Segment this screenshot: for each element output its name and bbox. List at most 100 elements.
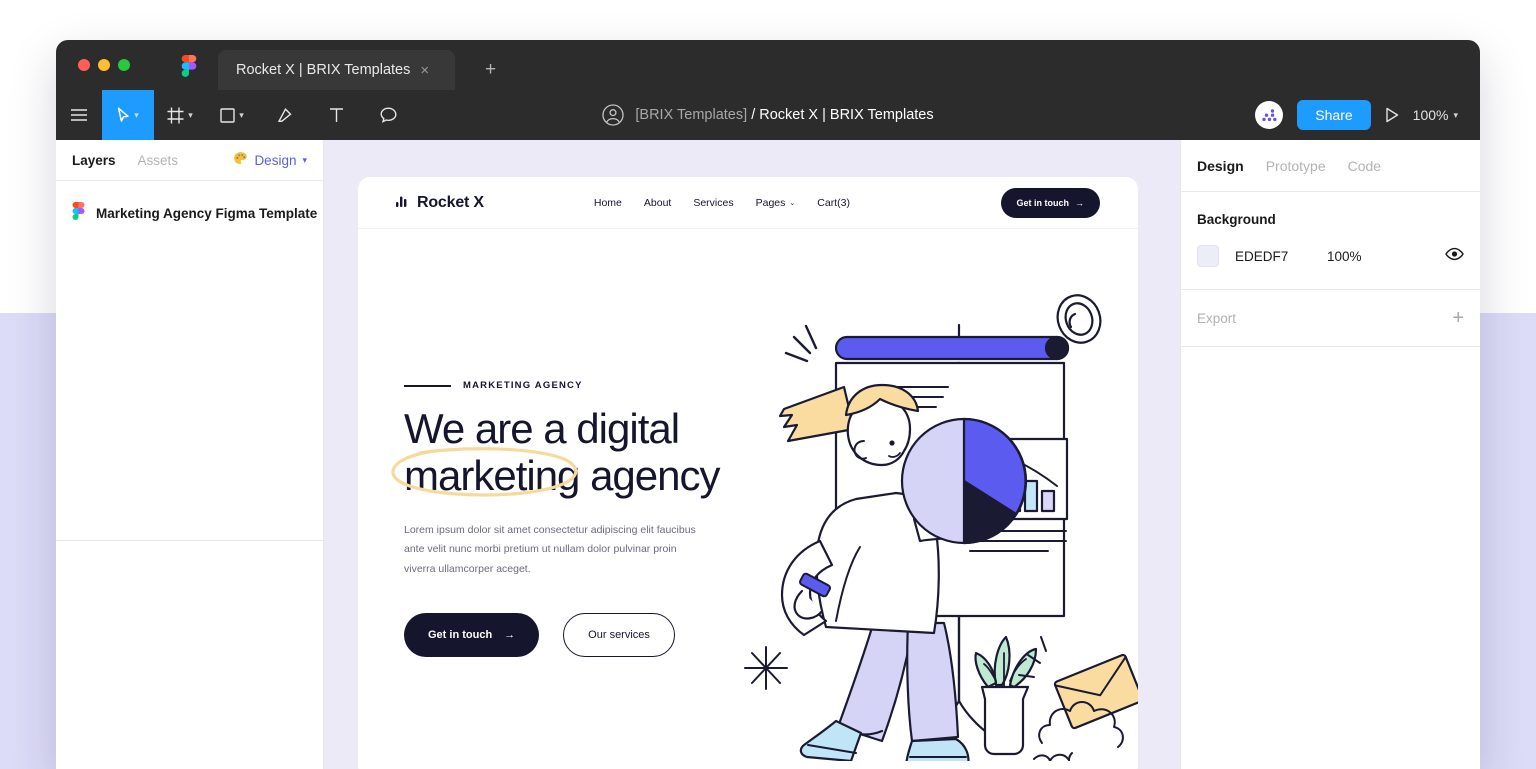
hero-secondary-label: Our services [588,629,650,642]
app-body: Layers Assets Design ▾ Marketing Agency … [56,140,1480,769]
design-menu-label: Design [254,152,297,168]
arrow-right-icon: → [1075,197,1084,208]
zoom-control[interactable]: 100% ▾ [1413,107,1458,123]
design-canvas[interactable]: Rocket X Home About Services Pages ⌄ Cart… [324,140,1180,769]
tab-design[interactable]: Design [1197,158,1244,174]
hero-title-highlight: marketing [404,452,580,500]
frame-tool[interactable]: ▾ [154,90,206,140]
nav-label: Pages [755,196,786,209]
toolbar: ▾ ▾ ▾ [BRIX Templates] / Rocket X | BRIX… [56,90,1480,140]
tab-title: Rocket X | BRIX Templates [236,62,411,78]
hero-eyebrow: MARKETING AGENCY [404,380,738,391]
chevron-down-icon: ▾ [134,109,139,120]
eye-icon[interactable] [1445,247,1464,266]
export-section: Export + [1181,290,1480,347]
share-button[interactable]: Share [1297,100,1371,130]
bar-chart-logo-icon [396,193,410,212]
eyebrow-rule [404,384,451,387]
sparkle-icon [744,646,788,690]
hero-our-services-button[interactable]: Our services [563,613,675,658]
properties-panel: Design Prototype Code Background EDEDF7 … [1180,140,1480,769]
window-controls [78,59,130,71]
nav-label: Cart(3) [817,196,850,209]
nav-label: Home [593,196,622,209]
site-logo-text: Rocket X [417,193,484,211]
layer-name: Marketing Agency Figma Template [96,206,318,221]
present-button[interactable] [1385,107,1399,123]
site-logo[interactable]: Rocket X [396,193,484,212]
nav-link-cart[interactable]: Cart(3) [817,197,850,209]
figma-component-icon [72,202,85,225]
user-avatar-icon [602,104,625,126]
nav-get-in-touch-button[interactable]: Get in touch → [1000,187,1100,218]
background-section: Background EDEDF7 100% [1181,192,1480,290]
hero-section: MARKETING AGENCY We are a digital market… [358,229,1138,769]
maximize-window-button[interactable] [118,59,130,71]
hero-title-line1: We are a digital [404,405,680,452]
background-opacity-input[interactable]: 100% [1327,249,1362,264]
browser-tab[interactable]: Rocket X | BRIX Templates × [218,50,455,90]
site-nav-links: Home About Services Pages ⌄ Cart(3) [594,197,850,209]
close-icon[interactable]: × [420,63,429,78]
divider [56,540,323,541]
pen-tool[interactable] [258,90,310,140]
nav-link-pages[interactable]: Pages ⌄ [756,197,796,209]
properties-panel-tabs: Design Prototype Code [1181,140,1480,192]
arrow-right-icon: → [504,629,516,642]
breadcrumb-separator: / [751,107,756,123]
nav-label: Services [693,196,734,209]
hero-buttons: Get in touch → Our services [404,613,738,658]
chevron-down-icon: ▾ [188,109,193,120]
chevron-down-icon: ▾ [302,154,307,165]
chevron-down-icon: ▾ [1453,109,1458,120]
breadcrumb-text: [BRIX Templates] / Rocket X | BRIX Templ… [635,107,933,123]
add-export-button[interactable]: + [1452,308,1464,328]
breadcrumb-project[interactable]: [BRIX Templates] [635,107,747,123]
hamburger-menu-icon[interactable] [56,90,102,140]
tab-assets[interactable]: Assets [138,153,179,168]
nav-link-about[interactable]: About [644,197,671,209]
eyebrow-label: MARKETING AGENCY [463,380,583,391]
nav-label: About [643,196,672,209]
avatar-dots-icon [1262,108,1277,121]
chevron-down-icon: ⌄ [789,199,796,207]
layers-panel-tabs: Layers Assets Design ▾ [56,140,323,180]
avatar[interactable] [1255,101,1284,129]
breadcrumb-file[interactable]: Rocket X | BRIX Templates [759,107,933,123]
tab-code[interactable]: Code [1348,158,1381,174]
toolbar-actions: Share 100% ▾ [1255,100,1480,130]
hero-get-in-touch-button[interactable]: Get in touch → [404,613,540,658]
tab-prototype[interactable]: Prototype [1266,158,1326,174]
shape-tool[interactable]: ▾ [206,90,258,140]
figma-app-window: Rocket X | BRIX Templates × + ▾ ▾ ▾ [BRI… [56,40,1480,769]
move-tool[interactable]: ▾ [102,90,154,140]
background-hex-input[interactable]: EDEDF7 [1235,249,1327,264]
minimize-window-button[interactable] [98,59,110,71]
new-tab-button[interactable]: + [485,59,496,81]
chevron-down-icon: ▾ [239,109,244,120]
toolbar-tools: ▾ ▾ ▾ [56,90,414,140]
background-title: Background [1197,212,1276,227]
hero-copy: MARKETING AGENCY We are a digital market… [358,229,738,769]
comment-tool[interactable] [362,90,414,140]
nav-link-home[interactable]: Home [594,197,622,209]
design-menu-button[interactable]: Design ▾ [233,151,307,169]
tab-layers[interactable]: Layers [72,153,116,168]
site-navbar: Rocket X Home About Services Pages ⌄ Cart… [358,177,1138,229]
list-item[interactable]: Marketing Agency Figma Template [56,193,323,234]
color-swatch[interactable] [1197,245,1219,267]
page-title: We are a digital marketing agency [391,405,738,500]
close-window-button[interactable] [78,59,90,71]
marketing-presentation-illustration [724,291,1138,769]
nav-cta-label: Get in touch [1016,197,1070,208]
text-tool[interactable] [310,90,362,140]
nav-link-services[interactable]: Services [693,197,733,209]
title-bar: Rocket X | BRIX Templates × + [56,40,1480,90]
hero-title-line2-rest: agency [579,452,720,500]
hero-title-highlight-wrap: marketing [391,447,580,500]
layers-panel: Layers Assets Design ▾ Marketing Agency … [56,140,324,769]
hero-primary-label: Get in touch [428,629,493,642]
background-fill-row: EDEDF7 100% [1197,245,1464,267]
website-frame[interactable]: Rocket X Home About Services Pages ⌄ Cart… [358,177,1138,769]
figma-logo-icon [181,55,197,77]
